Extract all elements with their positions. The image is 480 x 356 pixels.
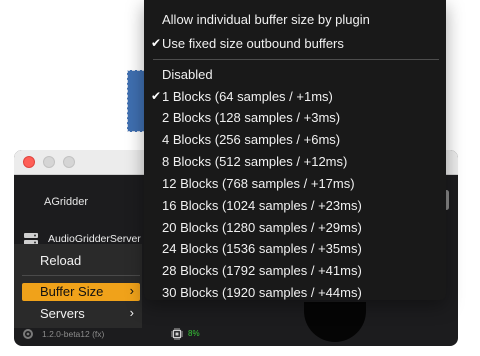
menu-item-label: 30 Blocks (1920 samples / +44ms)	[162, 285, 362, 300]
plugin-title: AGridder	[44, 196, 89, 208]
menu-item-buffer-30-blocks[interactable]: 30 Blocks (1920 samples / +44ms)	[144, 283, 446, 303]
cpu-load: 8%	[188, 329, 200, 338]
menu-item-label: Buffer Size	[40, 284, 104, 299]
menu-item-buffer-12-blocks[interactable]: 12 Blocks (768 samples / +17ms)	[144, 174, 446, 194]
minimize-window-button[interactable]	[43, 156, 55, 168]
checkmark-icon: ✔	[151, 36, 162, 50]
close-window-button[interactable]	[23, 156, 35, 168]
chevron-right-icon: ›	[129, 305, 134, 320]
selection-highlight	[127, 70, 145, 132]
version-label: 1.2.0-beta12 (fx)	[42, 329, 105, 339]
menu-item-buffer-20-blocks[interactable]: 20 Blocks (1280 samples / +29ms)	[144, 218, 446, 238]
menu-item-buffer-4-blocks[interactable]: 4 Blocks (256 samples / +6ms)	[144, 130, 446, 150]
menu-item-label: 20 Blocks (1280 samples / +29ms)	[162, 220, 362, 235]
menu-item-servers[interactable]: Servers ›	[22, 305, 140, 323]
menu-item-buffer-disabled[interactable]: Disabled	[144, 65, 446, 85]
menu-item-buffer-16-blocks[interactable]: 16 Blocks (1024 samples / +23ms)	[144, 196, 446, 216]
chevron-right-icon: ›	[129, 283, 134, 298]
menu-item-label: Use fixed size outbound buffers	[162, 36, 344, 51]
menu-item-buffer-size[interactable]: Buffer Size ›	[22, 283, 140, 301]
menu-item-label: 2 Blocks (128 samples / +3ms)	[162, 110, 341, 125]
checkmark-icon: ✔	[151, 89, 162, 103]
knob-graphic	[304, 302, 366, 342]
menu-item-reload[interactable]: Reload	[22, 252, 140, 270]
menu-separator	[22, 275, 140, 276]
menu-item-label: Disabled	[162, 67, 213, 82]
gear-icon[interactable]	[22, 328, 34, 340]
menu-item-buffer-28-blocks[interactable]: 28 Blocks (1792 samples / +41ms)	[144, 261, 446, 281]
menu-item-label: 8 Blocks (512 samples / +12ms)	[162, 154, 348, 169]
menu-item-buffer-24-blocks[interactable]: 24 Blocks (1536 samples / +35ms)	[144, 239, 446, 259]
menu-item-label: 16 Blocks (1024 samples / +23ms)	[162, 198, 362, 213]
menu-item-buffer-2-blocks[interactable]: 2 Blocks (128 samples / +3ms)	[144, 108, 446, 128]
buffer-size-menu: Allow individual buffer size by plugin ✔…	[144, 0, 446, 300]
menu-item-buffer-1-blocks[interactable]: ✔ 1 Blocks (64 samples / +1ms)	[144, 87, 446, 107]
menu-item-label: Servers	[40, 306, 85, 321]
menu-item-label: Reload	[40, 253, 82, 268]
menu-item-fixed-outbound-buffers[interactable]: ✔ Use fixed size outbound buffers	[144, 34, 446, 54]
menu-item-label: 24 Blocks (1536 samples / +35ms)	[162, 241, 362, 256]
menu-item-label: 1 Blocks (64 samples / +1ms)	[162, 89, 333, 104]
zoom-window-button[interactable]	[63, 156, 75, 168]
menu-item-label: 4 Blocks (256 samples / +6ms)	[162, 132, 341, 147]
menu-item-allow-individual-buffer[interactable]: Allow individual buffer size by plugin	[144, 10, 446, 30]
menu-item-buffer-8-blocks[interactable]: 8 Blocks (512 samples / +12ms)	[144, 152, 446, 172]
menu-item-label: 12 Blocks (768 samples / +17ms)	[162, 176, 355, 191]
cpu-icon	[171, 328, 183, 340]
menu-separator	[153, 59, 439, 60]
menu-item-label: Allow individual buffer size by plugin	[162, 12, 370, 27]
server-context-menu: Reload Buffer Size › Servers ›	[14, 244, 142, 328]
menu-item-label: 28 Blocks (1792 samples / +41ms)	[162, 263, 362, 278]
